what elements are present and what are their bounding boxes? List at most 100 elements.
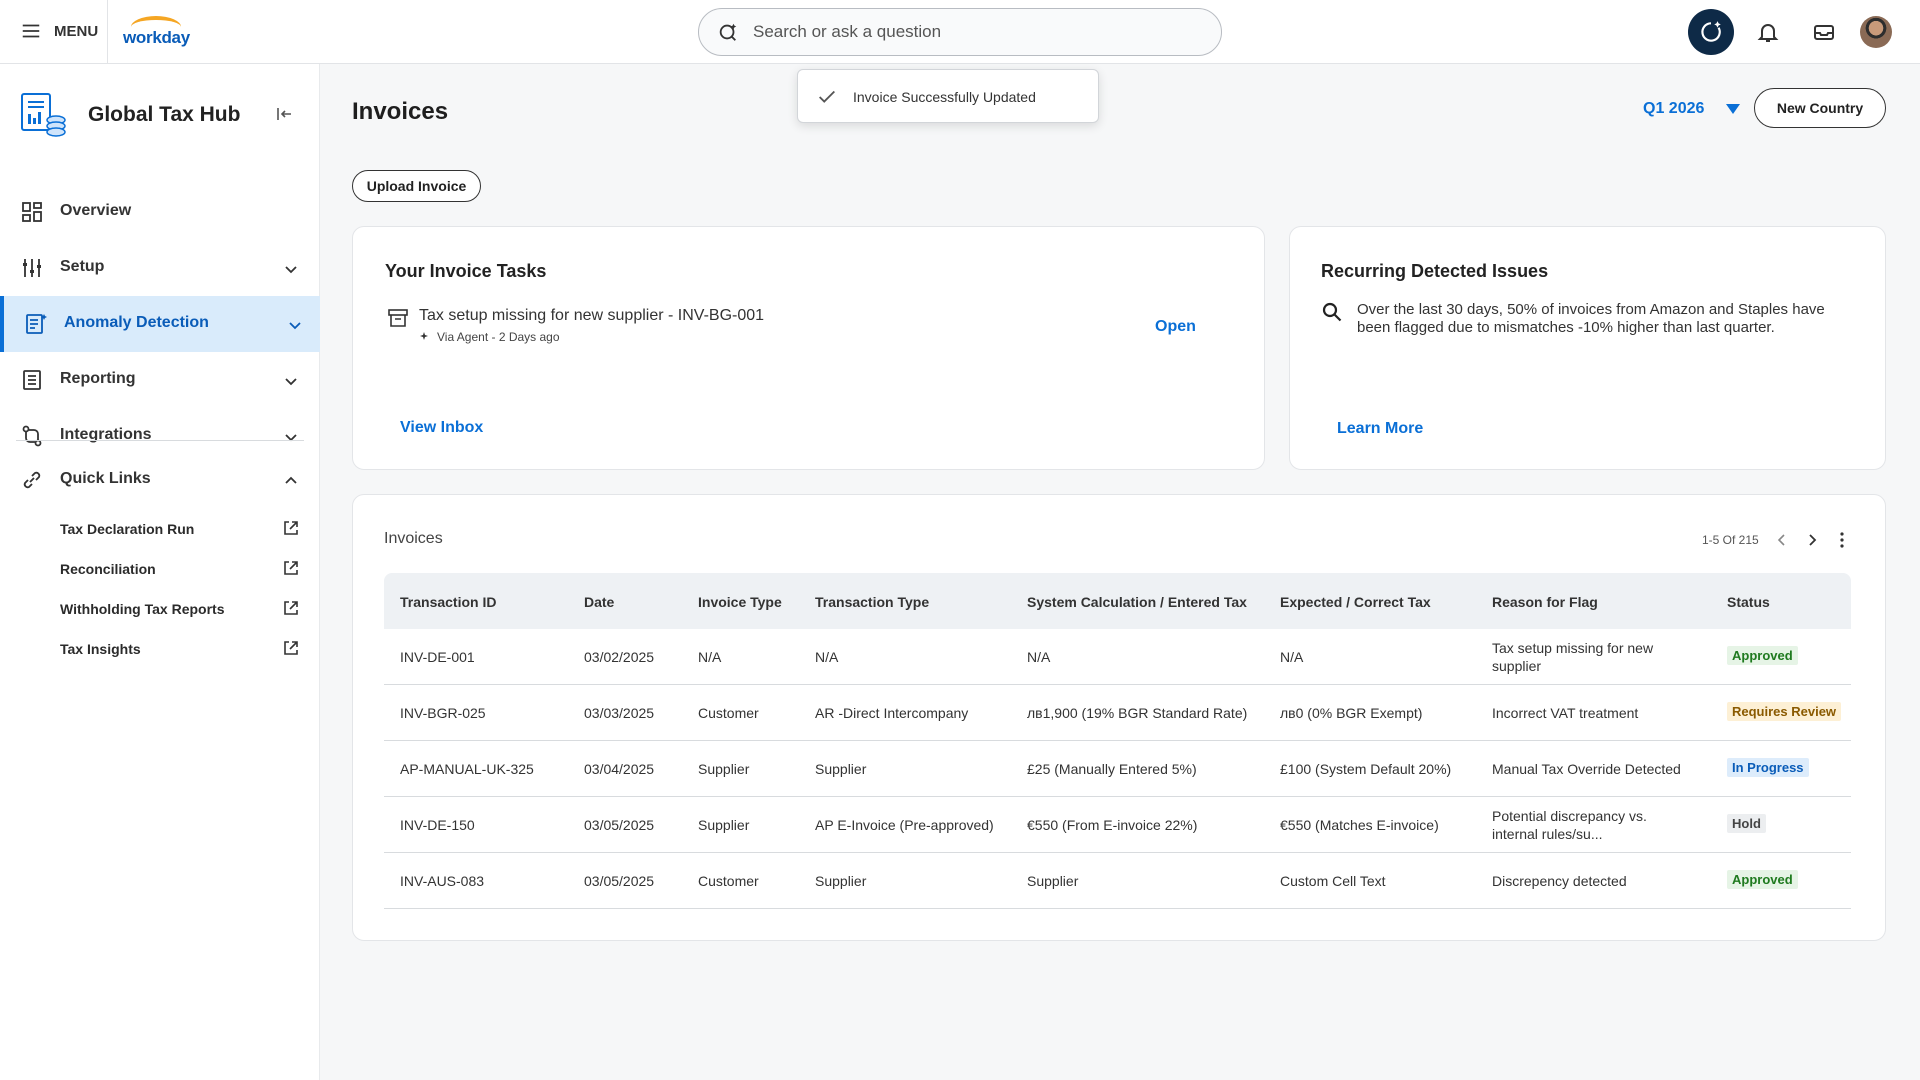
cell-invoice-type: Customer bbox=[698, 873, 759, 889]
column-header[interactable]: Transaction ID bbox=[400, 594, 496, 610]
sparkle-icon bbox=[420, 332, 428, 340]
cell-reason: Potential discrepancy vs. internal rules… bbox=[1492, 808, 1647, 842]
column-header[interactable]: System Calculation / Entered Tax bbox=[1027, 594, 1247, 610]
view-inbox-link[interactable]: View Inbox bbox=[400, 419, 483, 437]
chevron-right-icon[interactable] bbox=[1803, 531, 1821, 549]
table-row[interactable]: INV-DE-001 03/02/2025 N/A N/A N/A N/A Ta… bbox=[384, 629, 1851, 685]
status-badge: Approved bbox=[1727, 646, 1798, 665]
menu-button[interactable]: MENU bbox=[20, 20, 98, 42]
column-header[interactable]: Invoice Type bbox=[698, 594, 782, 610]
grid-icon bbox=[22, 202, 42, 222]
search-icon bbox=[1322, 302, 1342, 322]
period-selector[interactable]: Q1 2026 bbox=[1643, 100, 1741, 118]
chevron-down-icon bbox=[285, 378, 297, 386]
invoice-tasks-card: Your Invoice Tasks Tax setup missing for… bbox=[352, 226, 1265, 470]
status-badge: Approved bbox=[1727, 870, 1798, 889]
inbox-icon bbox=[1814, 25, 1834, 40]
column-header[interactable]: Expected / Correct Tax bbox=[1280, 594, 1431, 610]
app-header: Global Tax Hub bbox=[20, 90, 300, 140]
search-spark-icon bbox=[719, 23, 737, 41]
quick-link-withholding-tax-reports[interactable]: Withholding Tax Reports bbox=[60, 595, 310, 623]
table-header: Transaction ID Date Invoice Type Transac… bbox=[384, 573, 1851, 629]
invoices-table-card: Invoices 1-5 Of 215 Transaction ID Date … bbox=[352, 494, 1886, 941]
hamburger-icon bbox=[22, 24, 40, 38]
cell-system-tax: лв1,900 (19% BGR Standard Rate) bbox=[1027, 705, 1248, 721]
chevron-down-icon bbox=[285, 434, 297, 442]
quick-link-label: Tax Insights bbox=[60, 641, 141, 657]
sidebar-item-setup[interactable]: Setup bbox=[0, 240, 320, 296]
cell-date: 03/05/2025 bbox=[584, 873, 655, 889]
collapse-sidebar-icon[interactable] bbox=[274, 104, 294, 124]
cell-transaction-type: Supplier bbox=[815, 873, 867, 889]
task-meta: Via Agent - 2 Days ago bbox=[419, 330, 560, 344]
upload-invoice-button[interactable]: Upload Invoice bbox=[352, 170, 481, 202]
quick-link-tax-declaration-run[interactable]: Tax Declaration Run bbox=[60, 515, 310, 543]
cell-invoice-type: N/A bbox=[698, 649, 722, 665]
pager-text: 1-5 Of 215 bbox=[1702, 533, 1759, 547]
quick-link-label: Tax Declaration Run bbox=[60, 521, 195, 537]
cell-reason: Incorrect VAT treatment bbox=[1492, 705, 1639, 721]
card-title: Recurring Detected Issues bbox=[1321, 261, 1549, 281]
sidebar-item-label: Anomaly Detection bbox=[64, 314, 209, 331]
sidebar: Global Tax Hub Overview Setup Anomaly De… bbox=[0, 64, 320, 1080]
quick-link-label: Reconciliation bbox=[60, 561, 156, 577]
cell-transaction-id[interactable]: INV-DE-001 bbox=[400, 648, 475, 666]
sidebar-item-anomaly-detection[interactable]: Anomaly Detection bbox=[0, 296, 320, 352]
cell-transaction-type: N/A bbox=[815, 649, 839, 665]
open-task-link[interactable]: Open bbox=[1155, 318, 1196, 336]
learn-more-link[interactable]: Learn More bbox=[1337, 420, 1423, 438]
external-link-icon bbox=[284, 601, 298, 615]
sidebar-item-reporting[interactable]: Reporting bbox=[0, 352, 320, 408]
cell-date: 03/02/2025 bbox=[584, 649, 655, 665]
cell-transaction-id[interactable]: INV-DE-150 bbox=[400, 816, 475, 834]
column-header[interactable]: Date bbox=[584, 594, 614, 610]
cell-reason: Manual Tax Override Detected bbox=[1492, 761, 1681, 777]
sidebar-item-label: Reporting bbox=[60, 370, 136, 387]
sidebar-item-quick-links[interactable]: Quick Links bbox=[0, 452, 320, 508]
cell-invoice-type: Supplier bbox=[698, 817, 750, 833]
more-vertical-icon[interactable] bbox=[1833, 531, 1851, 549]
cell-system-tax: Supplier bbox=[1027, 873, 1079, 889]
cell-system-tax: €550 (From E-invoice 22%) bbox=[1027, 817, 1198, 833]
quick-link-tax-insights[interactable]: Tax Insights bbox=[60, 635, 310, 663]
cell-expected-tax: лв0 (0% BGR Exempt) bbox=[1280, 705, 1423, 721]
integration-icon bbox=[22, 425, 42, 447]
new-country-button[interactable]: New Country bbox=[1754, 88, 1886, 128]
cell-transaction-id[interactable]: INV-AUS-083 bbox=[400, 872, 484, 890]
inbox-button[interactable] bbox=[1810, 18, 1838, 46]
column-header[interactable]: Reason for Flag bbox=[1492, 594, 1598, 610]
table-row[interactable]: INV-BGR-025 03/03/2025 Customer AR -Dire… bbox=[384, 685, 1851, 741]
assistant-button[interactable] bbox=[1688, 9, 1734, 55]
cell-transaction-id[interactable]: AP-MANUAL-UK-325 bbox=[400, 760, 534, 778]
column-header[interactable]: Transaction Type bbox=[815, 594, 929, 610]
table-title: Invoices bbox=[384, 530, 443, 547]
cell-date: 03/04/2025 bbox=[584, 761, 655, 777]
table-row[interactable]: AP-MANUAL-UK-325 03/04/2025 Supplier Sup… bbox=[384, 741, 1851, 797]
cell-transaction-id[interactable]: INV-BGR-025 bbox=[400, 704, 486, 722]
cell-transaction-type: Supplier bbox=[815, 761, 867, 777]
cell-expected-tax: Custom Cell Text bbox=[1280, 873, 1386, 889]
quick-link-label: Withholding Tax Reports bbox=[60, 601, 225, 617]
cell-invoice-type: Customer bbox=[698, 705, 759, 721]
issue-description: Over the last 30 days, 50% of invoices f… bbox=[1357, 301, 1825, 336]
table-row[interactable]: INV-AUS-083 03/05/2025 Customer Supplier… bbox=[384, 853, 1851, 909]
sidebar-divider bbox=[16, 440, 304, 441]
status-badge: Hold bbox=[1727, 814, 1766, 833]
search-bar[interactable] bbox=[698, 8, 1222, 56]
notifications-button[interactable] bbox=[1754, 18, 1782, 46]
search-input[interactable] bbox=[753, 22, 1173, 42]
column-header[interactable]: Status bbox=[1727, 594, 1770, 610]
table-row[interactable]: INV-DE-150 03/05/2025 Supplier AP E-Invo… bbox=[384, 797, 1851, 853]
bell-icon bbox=[1757, 24, 1779, 42]
cell-transaction-type: AP E-Invoice (Pre-approved) bbox=[815, 817, 994, 833]
chevron-left-icon[interactable] bbox=[1773, 531, 1791, 549]
sidebar-item-overview[interactable]: Overview bbox=[0, 184, 320, 240]
link-icon bbox=[23, 471, 41, 489]
workday-logo[interactable]: workday bbox=[123, 16, 193, 48]
quick-link-reconciliation[interactable]: Reconciliation bbox=[60, 555, 310, 583]
cell-expected-tax: €550 (Matches E-invoice) bbox=[1280, 817, 1439, 833]
user-avatar[interactable] bbox=[1860, 16, 1892, 48]
caret-down-icon bbox=[1726, 104, 1741, 114]
sliders-icon bbox=[23, 259, 41, 277]
period-label: Q1 2026 bbox=[1643, 100, 1705, 117]
